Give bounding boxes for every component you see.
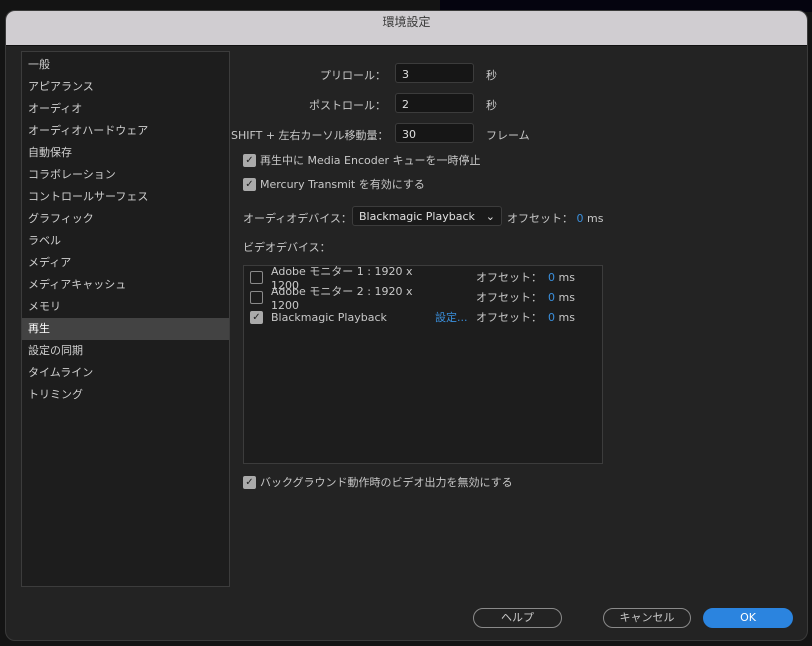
- video-offset-label: オフセット：: [476, 291, 542, 304]
- video-offset-label: オフセット：: [476, 311, 542, 324]
- preroll-unit: 秒: [486, 69, 497, 82]
- mercury-transmit-label: Mercury Transmit を有効にする: [260, 178, 425, 191]
- video-device-checkbox[interactable]: [250, 270, 263, 284]
- video-device-checkbox[interactable]: ✓: [250, 310, 263, 324]
- help-button[interactable]: ヘルプ: [473, 608, 562, 628]
- video-offset-label: オフセット：: [476, 271, 542, 284]
- disable-background-video-checkbox[interactable]: ✓ バックグラウンド動作時のビデオ出力を無効にする: [243, 474, 513, 490]
- video-offset-value[interactable]: 0: [548, 311, 555, 324]
- disable-background-video-label: バックグラウンド動作時のビデオ出力を無効にする: [260, 476, 513, 489]
- preroll-label: プリロール：: [320, 69, 386, 82]
- sidebar-item[interactable]: アピアランス: [22, 76, 229, 98]
- audio-offset-unit: ms: [587, 212, 604, 225]
- sidebar-item[interactable]: グラフィック: [22, 208, 229, 230]
- shift-unit: フレーム: [486, 129, 530, 142]
- sidebar-item[interactable]: メモリ: [22, 296, 229, 318]
- sidebar-item[interactable]: 再生: [22, 318, 229, 340]
- dialog-title: 環境設定: [6, 11, 807, 46]
- pause-media-encoder-label: 再生中に Media Encoder キューを一時停止: [260, 154, 481, 167]
- video-offset-unit: ms: [558, 270, 575, 284]
- sidebar-item[interactable]: ラベル: [22, 230, 229, 252]
- sidebar-item[interactable]: コントロールサーフェス: [22, 186, 229, 208]
- mercury-transmit-checkbox[interactable]: ✓ Mercury Transmit を有効にする: [243, 176, 425, 192]
- shift-input[interactable]: 30: [395, 123, 474, 143]
- sidebar-item[interactable]: メディア: [22, 252, 229, 274]
- sidebar-item[interactable]: オーディオハードウェア: [22, 120, 229, 142]
- shift-label: SHIFT + 左右カーソル移動量：: [231, 129, 389, 142]
- sidebar-item[interactable]: トリミング: [22, 384, 229, 406]
- sidebar-item[interactable]: タイムライン: [22, 362, 229, 384]
- check-icon: ✓: [243, 177, 256, 191]
- audio-device-value: Blackmagic Playback: [359, 210, 475, 223]
- video-device-row: ✓ Blackmagic Playback 設定... オフセット： 0 ms: [250, 308, 590, 326]
- pause-media-encoder-checkbox[interactable]: ✓ 再生中に Media Encoder キューを一時停止: [243, 152, 481, 168]
- sidebar-item[interactable]: メディアキャッシュ: [22, 274, 229, 296]
- video-offset-unit: ms: [558, 290, 575, 304]
- cancel-button[interactable]: キャンセル: [603, 608, 691, 628]
- sidebar-item[interactable]: 自動保存: [22, 142, 229, 164]
- check-icon: ✓: [243, 475, 256, 489]
- chevron-down-icon: ⌄: [485, 210, 495, 223]
- video-offset-unit: ms: [558, 310, 575, 324]
- sidebar-item[interactable]: 一般: [22, 54, 229, 76]
- audio-device-label: オーディオデバイス：: [243, 212, 352, 225]
- audio-offset-label: オフセット：: [507, 212, 573, 225]
- video-offset-value[interactable]: 0: [548, 291, 555, 304]
- video-device-name: Blackmagic Playback: [271, 310, 387, 324]
- sidebar-item[interactable]: 設定の同期: [22, 340, 229, 362]
- preroll-input[interactable]: 3: [395, 63, 474, 83]
- postroll-label: ポストロール：: [309, 99, 386, 112]
- postroll-unit: 秒: [486, 99, 497, 112]
- sidebar-item[interactable]: オーディオ: [22, 98, 229, 120]
- postroll-input[interactable]: 2: [395, 93, 474, 113]
- sidebar: 一般 アピアランス オーディオ オーディオハードウェア 自動保存 コラボレーション コントロ…: [21, 51, 230, 587]
- ok-button[interactable]: OK: [703, 608, 793, 628]
- video-device-checkbox[interactable]: [250, 290, 263, 304]
- video-device-label: ビデオデバイス：: [243, 241, 331, 254]
- video-device-row: Adobe モニター 2 : 1920 x 1200 オフセット： 0 ms: [250, 285, 590, 312]
- video-device-settings-link[interactable]: 設定...: [435, 309, 468, 325]
- sidebar-item[interactable]: コラボレーション: [22, 164, 229, 186]
- preferences-dialog: 環境設定 一般 アピアランス オーディオ オーディオハードウェア 自動保存 コラボレーショ…: [5, 10, 808, 641]
- video-offset-value[interactable]: 0: [548, 271, 555, 284]
- audio-offset-value[interactable]: 0: [577, 212, 584, 225]
- audio-device-select[interactable]: Blackmagic Playback ⌄: [352, 206, 502, 226]
- video-device-list: Adobe モニター 1 : 1920 x 1200 オフセット： 0 ms Adob…: [243, 265, 603, 464]
- check-icon: ✓: [243, 153, 256, 167]
